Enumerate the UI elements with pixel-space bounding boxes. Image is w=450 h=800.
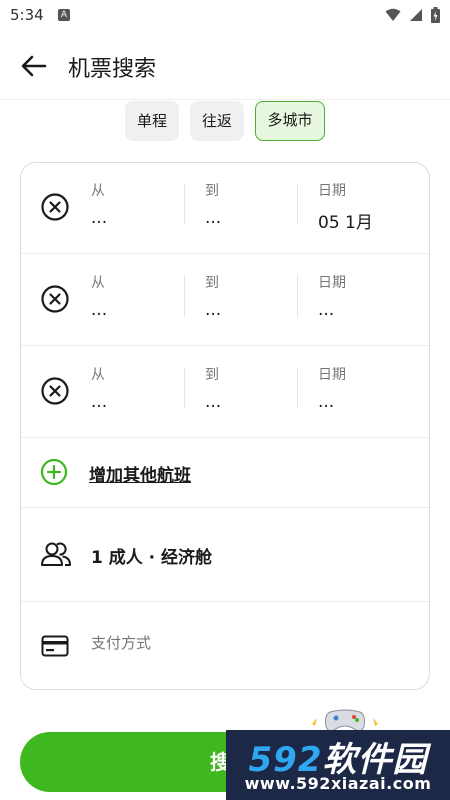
date-label: 日期 [318, 183, 346, 199]
search-form-card: 从 ... 到 ... 日期 05 1月 从 ... 到 ... 日期 ... … [20, 162, 430, 690]
payment-method-label: 支付方式 [91, 634, 152, 652]
battery-icon [431, 7, 440, 23]
back-button[interactable] [18, 50, 50, 82]
watermark-logo: 592软件园 www.592xiazai.com [226, 730, 450, 800]
remove-flight-button[interactable] [40, 284, 70, 314]
flight-row: 从 ... 到 ... 日期 ... [21, 347, 429, 438]
add-flight-button[interactable]: 增加其他航班 [21, 438, 429, 508]
date-value: 05 1月 [318, 213, 373, 233]
to-value: ... [205, 300, 222, 320]
credit-card-icon [41, 635, 69, 657]
wifi-icon [385, 8, 401, 21]
from-label: 从 [91, 183, 105, 199]
status-icons [385, 7, 440, 23]
to-label: 到 [205, 183, 219, 199]
tab-round-trip[interactable]: 往返 [190, 101, 244, 141]
to-field[interactable]: 到 ... [203, 255, 295, 346]
passenger-class-label: 1 成人 · 经济舱 [91, 548, 213, 568]
from-field[interactable]: 从 ... [89, 347, 181, 438]
to-field[interactable]: 到 ... [203, 347, 295, 438]
passenger-class-selector[interactable]: 1 成人 · 经济舱 [21, 508, 429, 602]
signal-icon [410, 9, 422, 21]
app-bar: 机票搜索 [0, 32, 450, 100]
field-divider [184, 367, 185, 409]
tab-multi-city[interactable]: 多城市 [255, 101, 325, 141]
watermark-url: www.592xiazai.com [244, 774, 432, 793]
remove-flight-button[interactable] [40, 192, 70, 222]
to-label: 到 [205, 275, 219, 291]
to-label: 到 [205, 367, 219, 383]
date-label: 日期 [318, 275, 346, 291]
close-circle-icon [41, 377, 69, 405]
notification-icon: A [58, 9, 70, 21]
from-label: 从 [91, 367, 105, 383]
plus-circle-icon [40, 458, 68, 486]
from-value: ... [91, 208, 108, 228]
to-value: ... [205, 392, 222, 412]
field-divider [184, 183, 185, 225]
date-field[interactable]: 日期 ... [317, 347, 425, 438]
status-time: 5:34 [10, 6, 44, 24]
close-circle-icon [41, 193, 69, 221]
to-field[interactable]: 到 ... [203, 163, 295, 254]
field-divider [297, 183, 298, 225]
close-circle-icon [41, 285, 69, 313]
from-field[interactable]: 从 ... [89, 255, 181, 346]
flight-row: 从 ... 到 ... 日期 05 1月 [21, 163, 429, 254]
field-divider [297, 275, 298, 317]
flight-row: 从 ... 到 ... 日期 ... [21, 255, 429, 346]
from-value: ... [91, 392, 108, 412]
date-field[interactable]: 日期 ... [317, 255, 425, 346]
people-icon [41, 542, 71, 566]
tab-one-way[interactable]: 单程 [125, 101, 179, 141]
trip-type-tabs: 单程 往返 多城市 [0, 100, 450, 144]
date-value: ... [318, 300, 335, 320]
remove-flight-button[interactable] [40, 376, 70, 406]
field-divider [184, 275, 185, 317]
to-value: ... [205, 208, 222, 228]
from-label: 从 [91, 275, 105, 291]
add-flight-label: 增加其他航班 [89, 466, 191, 486]
date-field[interactable]: 日期 05 1月 [317, 163, 425, 254]
status-bar: 5:34 A [0, 0, 450, 32]
date-value: ... [318, 392, 335, 412]
page-title: 机票搜索 [68, 57, 157, 82]
payment-method-selector[interactable]: 支付方式 [21, 602, 429, 689]
date-label: 日期 [318, 367, 346, 383]
arrow-left-icon [21, 55, 47, 77]
from-field[interactable]: 从 ... [89, 163, 181, 254]
from-value: ... [91, 300, 108, 320]
field-divider [297, 367, 298, 409]
